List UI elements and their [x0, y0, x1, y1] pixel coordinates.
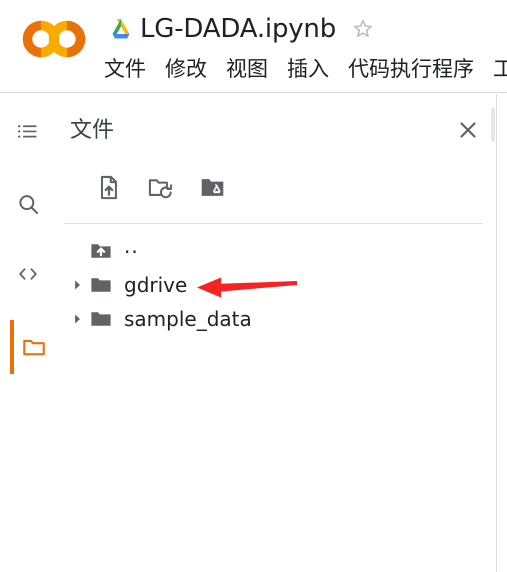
colab-logo[interactable]: [18, 18, 92, 60]
sidebar-active-indicator: [10, 320, 14, 374]
file-tree: .. gdrive sample_data: [56, 234, 497, 336]
chevron-right-icon[interactable]: [66, 308, 88, 330]
tree-row-parent[interactable]: ..: [56, 234, 497, 268]
app-header: LG-DADA.ipynb 文件 修改 视图 插入 代码执行程序 工: [0, 0, 507, 93]
mount-drive-button[interactable]: [186, 166, 238, 208]
folder-icon: [88, 272, 114, 298]
close-icon: [460, 122, 476, 138]
menu-item-insert[interactable]: 插入: [287, 58, 329, 80]
panel-scrollbar[interactable]: [491, 108, 495, 142]
tree-row-sample-data[interactable]: sample_data: [56, 302, 497, 336]
sidebar-item-table-of-contents[interactable]: [10, 114, 46, 150]
close-panel-button[interactable]: [454, 116, 482, 144]
menu-item-runtime[interactable]: 代码执行程序: [348, 58, 474, 80]
upload-file-button[interactable]: [82, 166, 134, 208]
sidebar-item-files[interactable]: [16, 329, 52, 365]
folder-icon: [88, 306, 114, 332]
sidebar-item-code-snippets[interactable]: [10, 256, 46, 292]
list-icon: [18, 125, 37, 138]
files-panel: 文件 .. gdrive sample_data: [56, 94, 497, 572]
upload-file-icon: [100, 175, 117, 199]
files-panel-title: 文件: [70, 118, 115, 143]
tree-row-label: ..: [124, 234, 139, 258]
menu-item-view[interactable]: 视图: [226, 58, 268, 80]
refresh-folder-button[interactable]: [134, 166, 186, 208]
sidebar-item-search[interactable]: [10, 186, 46, 222]
page-title[interactable]: LG-DADA.ipynb: [140, 14, 336, 44]
files-panel-toolbar: [82, 166, 238, 208]
menu-item-edit[interactable]: 修改: [165, 58, 207, 80]
star-outline-icon[interactable]: [350, 16, 376, 42]
mount-drive-icon: [201, 178, 223, 196]
search-icon: [18, 194, 38, 214]
tree-row-label: sample_data: [124, 307, 252, 331]
chevron-right-icon[interactable]: [66, 274, 88, 296]
left-icon-rail: [0, 94, 56, 572]
google-drive-icon: [112, 19, 130, 39]
menu-bar: 文件 修改 视图 插入 代码执行程序 工: [104, 52, 507, 86]
document-title-row: LG-DADA.ipynb: [108, 8, 376, 50]
refresh-folder-icon: [148, 178, 172, 198]
menu-item-tools[interactable]: 工: [493, 58, 507, 80]
code-brackets-icon: [19, 268, 37, 280]
folder-up-icon: [88, 238, 114, 264]
toolbar-divider: [64, 223, 483, 224]
tree-row-label: gdrive: [124, 273, 188, 297]
menu-item-file[interactable]: 文件: [104, 58, 146, 80]
folder-icon: [23, 339, 45, 356]
tree-row-gdrive[interactable]: gdrive: [56, 268, 497, 302]
chevron-placeholder: [66, 240, 88, 262]
